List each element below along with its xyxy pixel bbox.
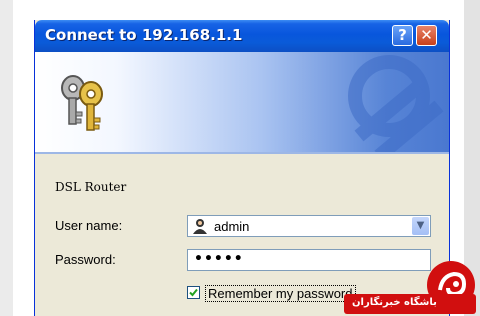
password-value: •••••: [194, 251, 244, 267]
dropdown-arrow-icon[interactable]: ▼: [412, 217, 429, 235]
connect-dialog: Connect to 192.168.1.1 ? ✕ DSL Router Us…: [34, 20, 450, 316]
watermark-text: باشگاه خبرنگاران: [352, 297, 437, 308]
password-field[interactable]: •••••: [187, 249, 431, 271]
keys-icon: [61, 75, 103, 131]
dialog-body: DSL Router User name: admin ▼ Password: …: [35, 154, 449, 316]
username-combobox[interactable]: admin ▼: [187, 215, 431, 237]
watermark-badge: باشگاه خبرنگاران: [344, 294, 476, 314]
device-label: DSL Router: [55, 180, 127, 194]
help-button[interactable]: ?: [392, 25, 413, 46]
banner-motif-icon: [348, 55, 444, 152]
dialog-titlebar[interactable]: Connect to 192.168.1.1 ? ✕: [35, 20, 449, 52]
password-label: Password:: [55, 252, 116, 267]
remember-checkbox[interactable]: [187, 286, 200, 299]
user-icon: [193, 219, 207, 234]
dialog-banner: [35, 52, 449, 152]
dialog-title: Connect to 192.168.1.1: [45, 26, 243, 44]
close-button[interactable]: ✕: [416, 25, 437, 46]
checkmark-icon: [189, 288, 198, 297]
remember-label[interactable]: Remember my password: [205, 285, 356, 302]
username-label: User name:: [55, 218, 123, 233]
username-value: admin: [214, 219, 250, 234]
